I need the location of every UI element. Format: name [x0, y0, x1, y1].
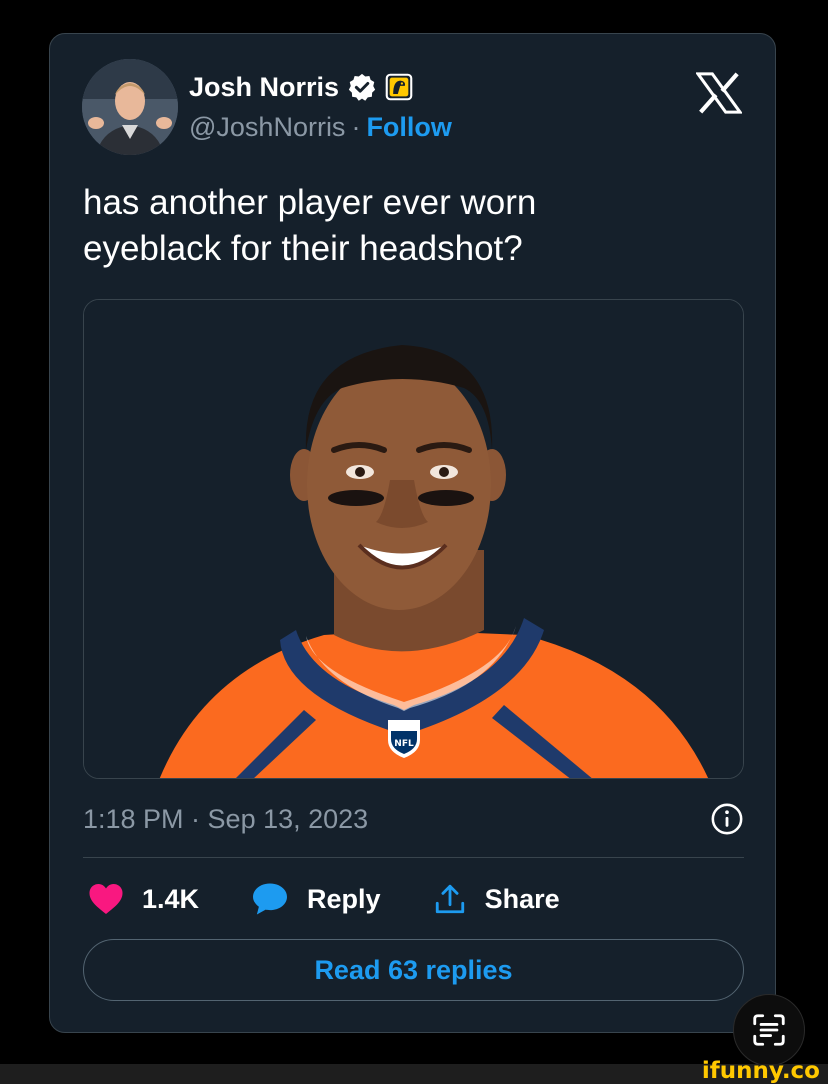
divider [83, 857, 744, 858]
author-avatar[interactable] [82, 59, 178, 155]
x-logo-icon[interactable] [696, 72, 742, 114]
author-name-row: Josh Norris [189, 70, 413, 104]
follow-button[interactable]: Follow [366, 112, 451, 143]
separator-dot: · [351, 112, 361, 142]
player-headshot-image: NFL [84, 300, 743, 778]
tweet-card: Josh Norris @JoshNorris · Follow has ano… [49, 33, 776, 1033]
read-replies-button[interactable]: Read 63 replies [83, 939, 744, 1001]
like-button[interactable]: 1.4K [88, 882, 199, 916]
like-count: 1.4K [142, 883, 200, 914]
reply-label: Reply [307, 883, 381, 914]
text-scan-button[interactable] [733, 994, 805, 1066]
share-label: Share [484, 883, 560, 914]
verified-badge-icon [348, 73, 376, 101]
heart-icon [89, 884, 123, 914]
svg-text:NFL: NFL [394, 739, 414, 749]
timestamp-row: 1:18 PM · Sep 13, 2023 [83, 799, 744, 839]
author-name[interactable]: Josh Norris [189, 72, 339, 103]
tweet-text: has another player ever worn eyeblack fo… [83, 183, 537, 268]
share-icon [435, 884, 464, 914]
ifunny-watermark: ifunny.co [701, 1058, 820, 1084]
tweet-photo[interactable]: NFL [83, 299, 744, 779]
reply-button[interactable]: Reply [251, 882, 381, 916]
share-button[interactable]: Share [433, 882, 560, 916]
speech-bubble-icon [253, 883, 288, 915]
author-handle-row: @JoshNorris · Follow [189, 112, 452, 143]
tweet-timestamp[interactable]: 1:18 PM · Sep 13, 2023 [83, 804, 368, 835]
author-handle[interactable]: @JoshNorris [189, 112, 345, 143]
text-scan-icon [753, 1014, 785, 1046]
info-icon[interactable] [710, 802, 744, 836]
affiliation-badge-icon [385, 73, 413, 101]
action-bar: 1.4K Reply Share [88, 876, 612, 922]
